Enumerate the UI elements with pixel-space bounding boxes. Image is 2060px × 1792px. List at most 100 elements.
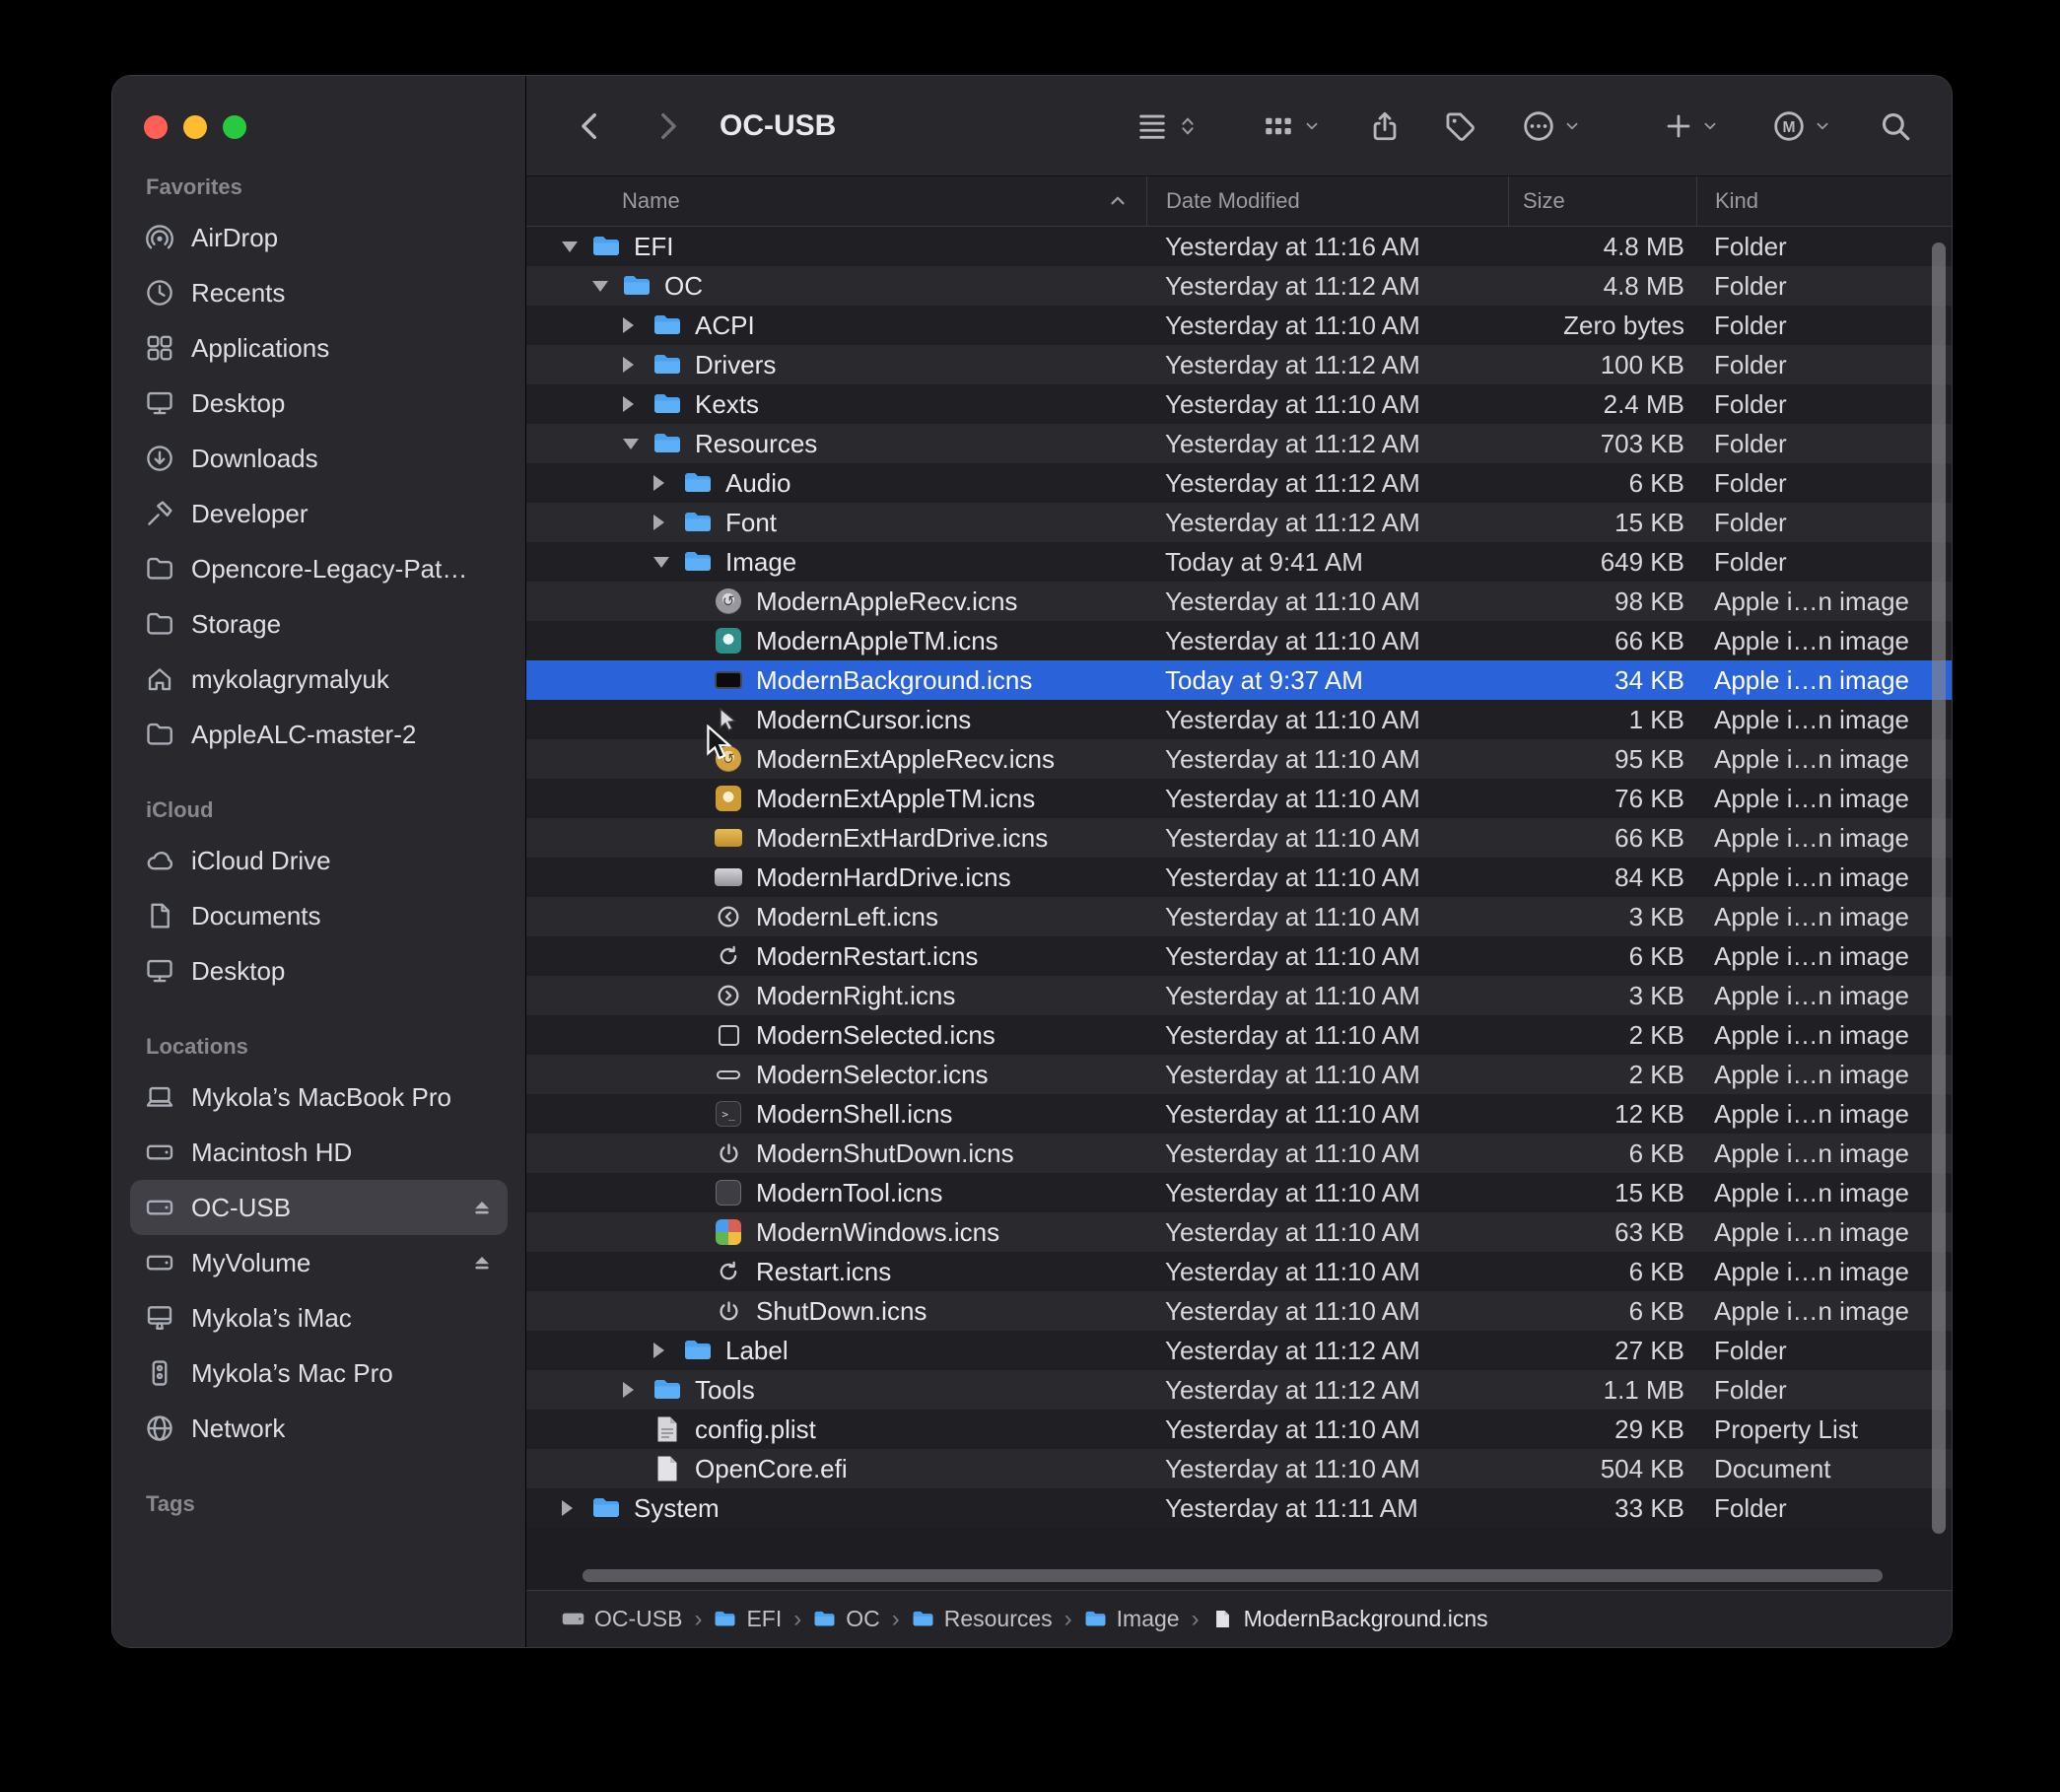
search-button[interactable] [1879, 109, 1912, 143]
breadcrumb-item-efi[interactable]: EFI [714, 1606, 782, 1632]
disclosure-right-icon[interactable] [653, 1343, 680, 1358]
view-mode-control[interactable] [1135, 109, 1199, 143]
file-row-config-plist[interactable]: config.plistYesterday at 11:10 AM29 KBPr… [526, 1410, 1952, 1449]
file-row-modernselector-icns[interactable]: ModernSelector.icnsYesterday at 11:10 AM… [526, 1055, 1952, 1094]
file-row-modernrestart-icns[interactable]: ModernRestart.icnsYesterday at 11:10 AM6… [526, 936, 1952, 976]
sidebar-item-recents[interactable]: Recents [130, 265, 508, 320]
back-button[interactable] [574, 109, 607, 143]
sidebar-item-developer[interactable]: Developer [130, 486, 508, 541]
sidebar-item-desktop[interactable]: Desktop [130, 376, 508, 431]
file-row-modernappletm-icns[interactable]: ModernAppleTM.icnsYesterday at 11:10 AM6… [526, 621, 1952, 660]
sidebar-item-mykola-s-macbook-pro[interactable]: Mykola’s MacBook Pro [130, 1069, 508, 1125]
file-row-modernshell-icns[interactable]: >_ModernShell.icnsYesterday at 11:10 AM1… [526, 1094, 1952, 1134]
disclosure-down-icon[interactable] [592, 281, 619, 292]
hdd-icon [144, 1137, 175, 1167]
new-item-button[interactable] [1664, 111, 1719, 141]
disclosure-right-icon[interactable] [623, 1382, 650, 1398]
column-header-date-modified[interactable]: Date Modified [1146, 176, 1508, 226]
file-row-moderntool-icns[interactable]: ModernTool.icnsYesterday at 11:10 AM15 K… [526, 1173, 1952, 1212]
forward-button[interactable] [651, 109, 684, 143]
sidebar-item-mykola-s-mac-pro[interactable]: Mykola’s Mac Pro [130, 1345, 508, 1401]
zoom-window-button[interactable] [223, 115, 246, 139]
file-row-modernbackground-icns[interactable]: ModernBackground.icnsToday at 9:37 AM34 … [526, 660, 1952, 700]
file-row-modernselected-icns[interactable]: ModernSelected.icnsYesterday at 11:10 AM… [526, 1015, 1952, 1055]
column-header-size[interactable]: Size [1508, 176, 1696, 226]
file-row-tools[interactable]: ToolsYesterday at 11:12 AM1.1 MBFolder [526, 1370, 1952, 1410]
file-row-modernwindows-icns[interactable]: ModernWindows.icnsYesterday at 11:10 AM6… [526, 1212, 1952, 1252]
file-row-shutdown-icns[interactable]: ShutDown.icnsYesterday at 11:10 AM6 KBAp… [526, 1291, 1952, 1331]
disclosure-right-icon[interactable] [562, 1500, 588, 1516]
breadcrumb-item-oc-usb[interactable]: OC-USB [562, 1606, 682, 1632]
column-header-kind[interactable]: Kind [1696, 176, 1952, 226]
file-row-modernright-icns[interactable]: ModernRight.icnsYesterday at 11:10 AM3 K… [526, 976, 1952, 1015]
file-row-moderncursor-icns[interactable]: ModernCursor.icnsYesterday at 11:10 AM1 … [526, 700, 1952, 739]
sidebar-item-network[interactable]: Network [130, 1401, 508, 1456]
eject-icon[interactable] [470, 1196, 494, 1219]
sidebar-item-desktop[interactable]: Desktop [130, 943, 508, 999]
folder-icon [650, 353, 685, 377]
disclosure-down-icon[interactable] [562, 241, 588, 252]
sidebar-item-applications[interactable]: Applications [130, 320, 508, 376]
file-row-resources[interactable]: ResourcesYesterday at 11:12 AM703 KBFold… [526, 424, 1952, 463]
monitor-icon [144, 388, 175, 418]
file-row-drivers[interactable]: DriversYesterday at 11:12 AM100 KBFolder [526, 345, 1952, 384]
sidebar-item-mykolagrymalyuk[interactable]: mykolagrymalyuk [130, 652, 508, 707]
sidebar-item-downloads[interactable]: Downloads [130, 431, 508, 486]
file-row-modernextharddrive-icns[interactable]: ModernExtHardDrive.icnsYesterday at 11:1… [526, 818, 1952, 858]
group-by-control[interactable] [1262, 109, 1321, 143]
file-row-system[interactable]: SystemYesterday at 11:11 AM33 KBFolder [526, 1488, 1952, 1528]
share-button[interactable] [1368, 109, 1402, 143]
breadcrumb-item-image[interactable]: Image [1084, 1606, 1180, 1632]
disclosure-down-icon[interactable] [623, 439, 650, 449]
file-row-efi[interactable]: EFIYesterday at 11:16 AM4.8 MBFolder [526, 227, 1952, 266]
file-row-acpi[interactable]: ACPIYesterday at 11:10 AMZero bytesFolde… [526, 306, 1952, 345]
disclosure-down-icon[interactable] [653, 557, 680, 568]
disclosure-right-icon[interactable] [623, 317, 650, 333]
file-row-modernapplerecv-icns[interactable]: ↺ModernAppleRecv.icnsYesterday at 11:10 … [526, 582, 1952, 621]
sidebar-item-storage[interactable]: Storage [130, 596, 508, 652]
disclosure-right-icon[interactable] [653, 515, 680, 530]
document-icon [144, 901, 175, 930]
drive-icon [562, 1610, 584, 1628]
more-actions-button[interactable] [1522, 109, 1581, 143]
account-menu-button[interactable]: M [1772, 109, 1831, 143]
sidebar-item-icloud-drive[interactable]: iCloud Drive [130, 833, 508, 888]
file-row-label[interactable]: LabelYesterday at 11:12 AM27 KBFolder [526, 1331, 1952, 1370]
file-row-modernshutdown-icns[interactable]: ModernShutDown.icnsYesterday at 11:10 AM… [526, 1134, 1952, 1173]
file-row-modernextapplerecv-icns[interactable]: ↺ModernExtAppleRecv.icnsYesterday at 11:… [526, 739, 1952, 779]
sidebar-item-airdrop[interactable]: AirDrop [130, 210, 508, 265]
disclosure-right-icon[interactable] [623, 396, 650, 412]
tags-button[interactable] [1443, 109, 1476, 143]
file-row-modernleft-icns[interactable]: ModernLeft.icnsYesterday at 11:10 AM3 KB… [526, 897, 1952, 936]
sidebar-item-applealc-master-2[interactable]: AppleALC-master-2 [130, 707, 508, 762]
minimize-window-button[interactable] [183, 115, 207, 139]
sidebar-item-macintosh-hd[interactable]: Macintosh HD [130, 1125, 508, 1180]
breadcrumb-item-resources[interactable]: Resources [912, 1606, 1053, 1632]
file-date-modified: Yesterday at 11:10 AM [1146, 941, 1508, 972]
column-header-name[interactable]: Name [526, 176, 1146, 226]
file-row-image[interactable]: ImageToday at 9:41 AM649 KBFolder [526, 542, 1952, 582]
sidebar-item-documents[interactable]: Documents [130, 888, 508, 943]
disclosure-right-icon[interactable] [653, 475, 680, 491]
file-name: ModernExtHardDrive.icns [756, 823, 1048, 854]
file-row-restart-icns[interactable]: Restart.icnsYesterday at 11:10 AM6 KBApp… [526, 1252, 1952, 1291]
file-row-oc[interactable]: OCYesterday at 11:12 AM4.8 MBFolder [526, 266, 1952, 306]
vertical-scrollbar[interactable] [1932, 242, 1946, 1534]
horizontal-scrollbar[interactable] [583, 1569, 1883, 1582]
sidebar-item-opencore-legacy-pat[interactable]: Opencore-Legacy-Pat… [130, 541, 508, 596]
sidebar-item-mykola-s-imac[interactable]: Mykola’s iMac [130, 1290, 508, 1345]
file-row-font[interactable]: FontYesterday at 11:12 AM15 KBFolder [526, 503, 1952, 542]
close-window-button[interactable] [144, 115, 168, 139]
file-row-modernharddrive-icns[interactable]: ModernHardDrive.icnsYesterday at 11:10 A… [526, 858, 1952, 897]
sidebar-item-oc-usb[interactable]: OC-USB [130, 1180, 508, 1235]
breadcrumb-item-modernbackground-icns[interactable]: ModernBackground.icns [1211, 1606, 1488, 1632]
file-row-kexts[interactable]: KextsYesterday at 11:10 AM2.4 MBFolder [526, 384, 1952, 424]
breadcrumb-item-oc[interactable]: OC [813, 1606, 880, 1632]
file-row-audio[interactable]: AudioYesterday at 11:12 AM6 KBFolder [526, 463, 1952, 503]
eject-icon[interactable] [470, 1251, 494, 1275]
file-row-modernextappletm-icns[interactable]: ModernExtAppleTM.icnsYesterday at 11:10 … [526, 779, 1952, 818]
sidebar-item-myvolume[interactable]: MyVolume [130, 1235, 508, 1290]
file-row-opencore-efi[interactable]: OpenCore.efiYesterday at 11:10 AM504 KBD… [526, 1449, 1952, 1488]
disclosure-right-icon[interactable] [623, 357, 650, 373]
file-size: 4.8 MB [1508, 271, 1696, 302]
